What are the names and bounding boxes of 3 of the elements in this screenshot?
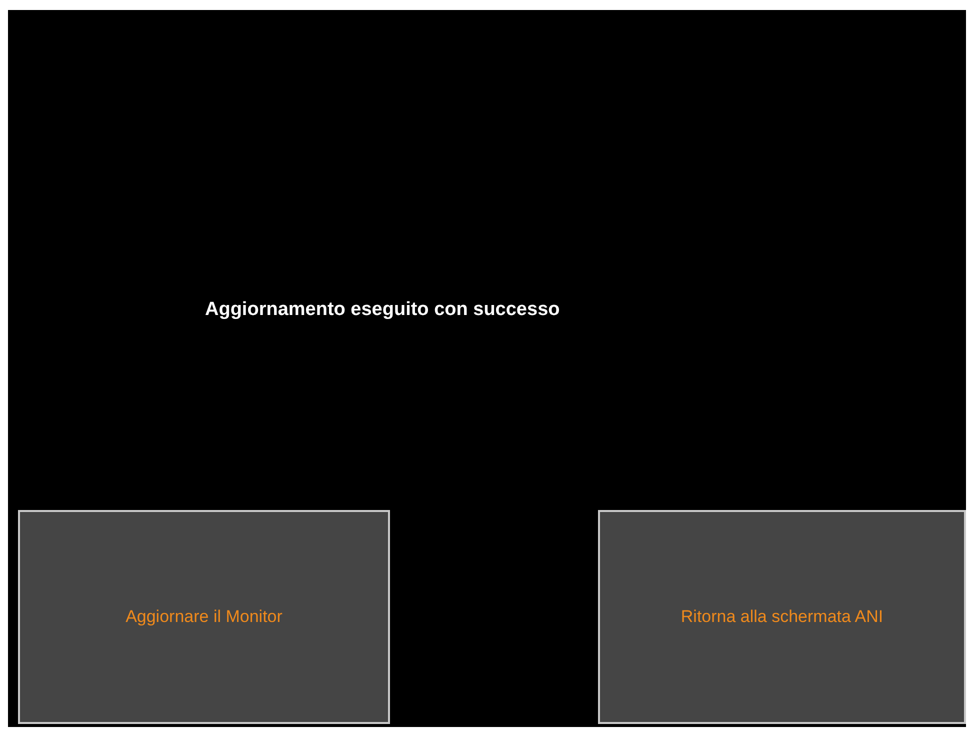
action-button[interactable]: Ritorna alla schermata ANI	[598, 510, 966, 724]
status-message: Aggiornamento eseguito con successo	[205, 299, 560, 320]
action-button[interactable]: Aggiornare il Monitor	[18, 510, 390, 724]
